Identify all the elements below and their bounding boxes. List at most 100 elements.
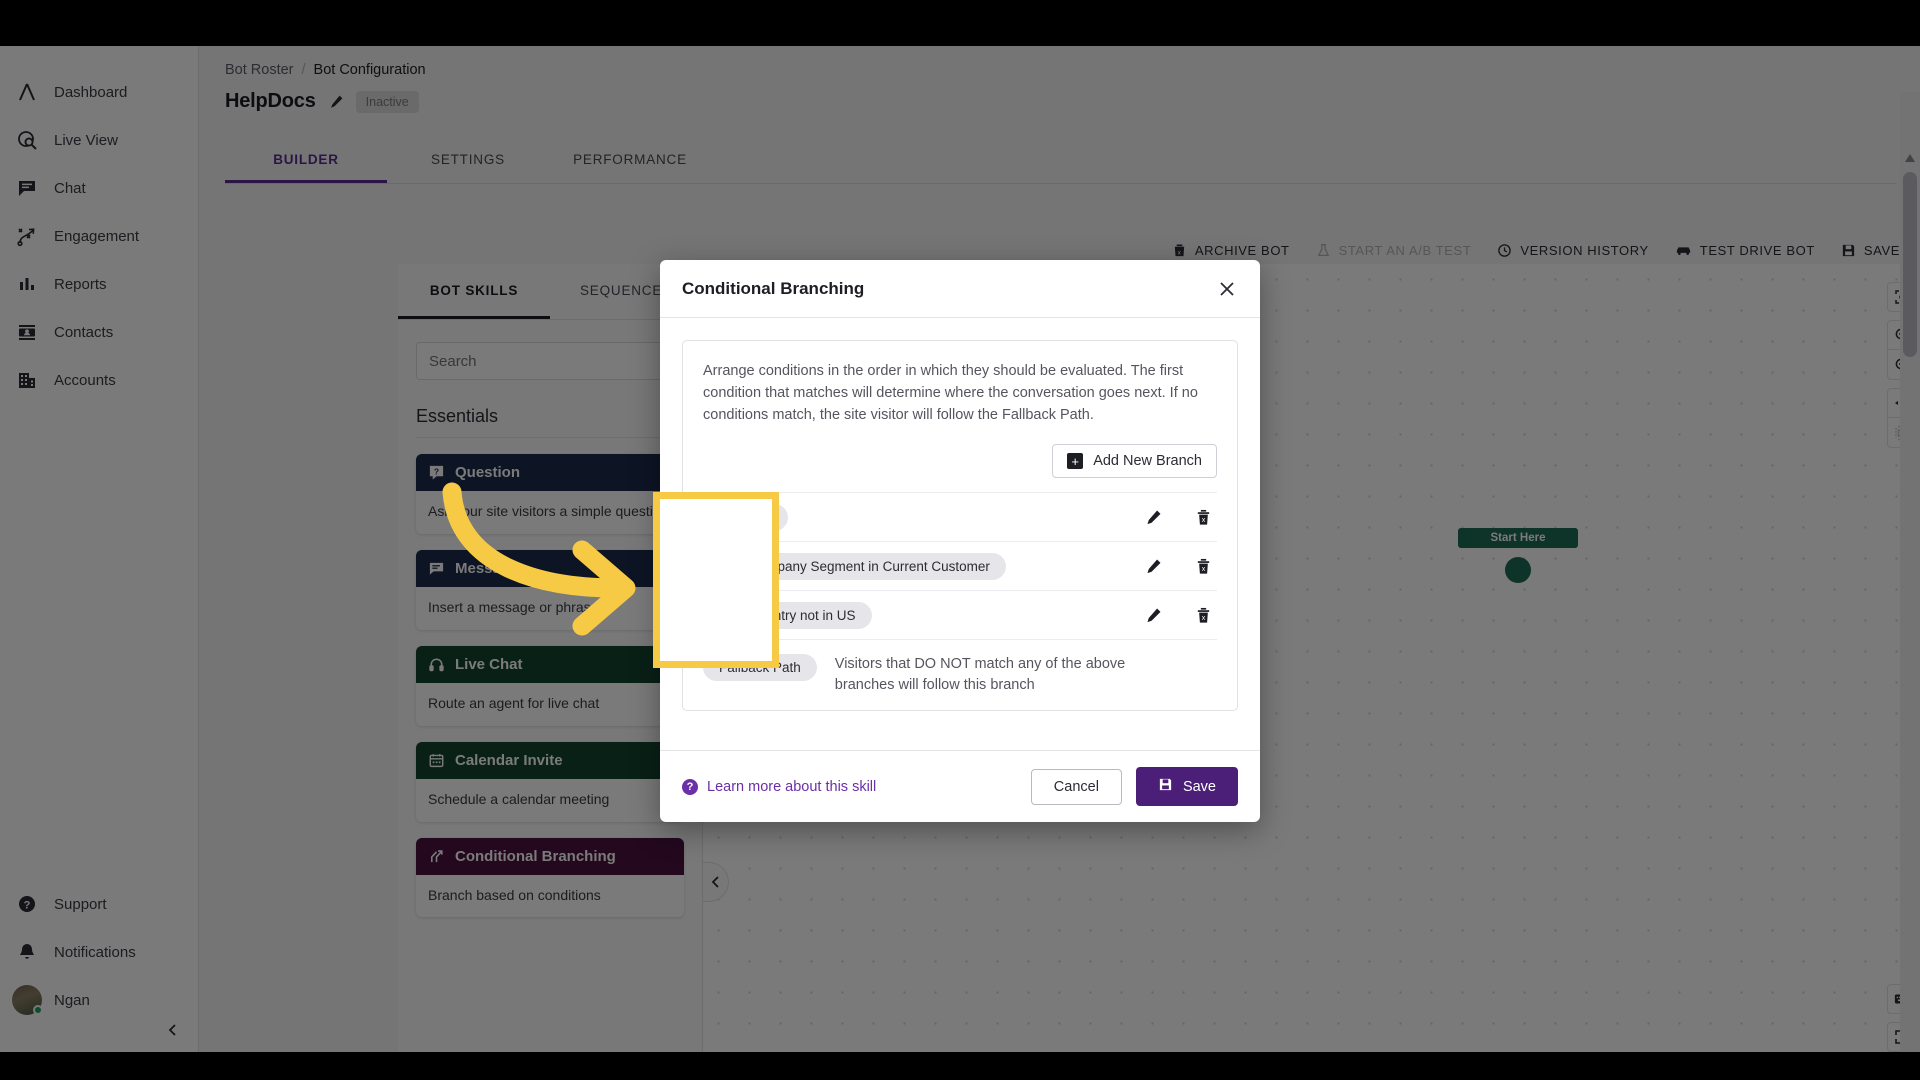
start-node-connector[interactable] [1505, 557, 1531, 583]
svg-text:x: x [1201, 516, 1205, 524]
question-badge-icon: ? [428, 464, 445, 481]
scroll-up-arrow-icon[interactable] [1905, 154, 1915, 165]
branch-list-container: Arrange conditions in the order in which… [682, 340, 1238, 712]
edit-pencil-icon[interactable] [1139, 552, 1167, 580]
sidebar-item-accounts[interactable]: Accounts [0, 356, 198, 404]
skill-card-header: Message [416, 549, 684, 587]
edit-pencil-icon[interactable] [1139, 601, 1167, 629]
add-branch-row: + Add New Branch [703, 444, 1217, 494]
test-drive-bot-button[interactable]: TEST DRIVE BOT [1675, 243, 1815, 258]
branch-row[interactable]: Company Segment in Current Customer x [703, 542, 1217, 592]
sidebar-item-chat[interactable]: Chat [0, 164, 198, 212]
sidebar-secondary-nav: ? Support Notifications Ngan [0, 880, 199, 1036]
page-scrollbar-track[interactable] [1900, 92, 1920, 1052]
chat-bubble-icon [16, 177, 38, 199]
breadcrumb-root[interactable]: Bot Roster [225, 62, 294, 78]
drag-handle-icon[interactable] [707, 508, 721, 527]
version-history-label: VERSION HISTORY [1520, 242, 1649, 258]
cancel-button[interactable]: Cancel [1030, 768, 1122, 805]
left-sidebar: Dashboard Live View Chat Engagement Repo… [0, 46, 199, 1052]
sidebar-item-label: Engagement [54, 227, 140, 245]
ab-test-button: START AN A/B TEST [1316, 243, 1472, 258]
skill-card-title: Question [455, 464, 521, 481]
headset-icon [428, 656, 445, 673]
skill-card-question[interactable]: ? Question Ask your site visitors a simp… [416, 454, 684, 534]
skill-card-live-chat[interactable]: Live Chat Route an agent for live chat [416, 645, 684, 726]
skills-panel-tabs: BOT SKILLS SEQUENCES [398, 264, 702, 320]
sidebar-item-label: Support [54, 895, 107, 913]
tab-performance[interactable]: PERFORMANCE [549, 138, 711, 183]
page-scrollbar-thumb[interactable] [1903, 172, 1917, 357]
edit-pencil-icon[interactable] [328, 94, 344, 110]
sidebar-item-label: Reports [54, 275, 107, 293]
user-profile-row[interactable]: Ngan [0, 976, 199, 1036]
modal-footer: ? Learn more about this skill Cancel Sav… [660, 750, 1260, 822]
contacts-card-icon [16, 321, 38, 343]
tab-builder[interactable]: BUILDER [225, 138, 387, 183]
skill-card-title: Message [455, 559, 519, 577]
sidebar-item-live-view[interactable]: Live View [0, 116, 198, 164]
skill-card-desc: Branch based on conditions [416, 874, 684, 918]
add-new-branch-button[interactable]: + Add New Branch [1052, 444, 1217, 479]
archive-bot-button[interactable]: x ARCHIVE BOT [1172, 243, 1290, 258]
save-button[interactable]: Save [1135, 767, 1238, 806]
skill-card-header: Conditional Branching [416, 837, 684, 875]
fallback-path-description: Visitors that DO NOT match any of the ab… [834, 656, 1126, 694]
sidebar-primary-nav: Dashboard Live View Chat Engagement Repo… [0, 46, 198, 404]
learn-more-link[interactable]: ? Learn more about this skill [682, 778, 876, 795]
skill-card-header: Live Chat [416, 645, 684, 683]
sidebar-item-engagement[interactable]: Engagement [0, 212, 198, 260]
breadcrumb: Bot Roster / Bot Configuration [225, 62, 426, 78]
conditional-branching-modal: Conditional Branching Arrange conditions… [660, 260, 1260, 822]
drag-handle-icon[interactable] [707, 606, 721, 625]
skill-card-header: ? Question [416, 454, 684, 491]
primary-tabs: BUILDER SETTINGS PERFORMANCE [225, 138, 1896, 184]
start-node-label: Start Here [1458, 528, 1578, 548]
delete-trash-icon[interactable]: x [1189, 601, 1217, 629]
delete-trash-icon[interactable]: x [1189, 552, 1217, 580]
version-history-button[interactable]: VERSION HISTORY [1497, 243, 1648, 258]
branch-name-chip: Country not in US [733, 601, 872, 629]
bar-chart-icon [16, 273, 38, 295]
branch-row[interactable]: ICP x [703, 493, 1217, 543]
sidebar-item-label: Live View [54, 131, 118, 149]
modal-title: Conditional Branching [682, 278, 865, 298]
skill-card-desc: Ask your site visitors a simple question [416, 491, 684, 534]
edit-pencil-icon[interactable] [1139, 503, 1167, 531]
save-label: Save [1182, 778, 1216, 795]
start-here-node[interactable]: Start Here [1458, 528, 1578, 583]
bot-title-row: HelpDocs Inactive [225, 90, 419, 113]
sidebar-collapse-button[interactable] [161, 1018, 185, 1042]
skill-card-message[interactable]: Message Insert a message or phrase [416, 549, 684, 630]
skill-card-desc: Route an agent for live chat [416, 682, 684, 726]
fallback-path-chip: Fallback Path [703, 654, 817, 682]
sidebar-item-label: Notifications [54, 943, 136, 961]
close-icon[interactable] [1216, 278, 1238, 300]
delete-trash-icon[interactable]: x [1189, 503, 1217, 531]
skill-card-desc: Insert a message or phrase [416, 586, 684, 630]
sidebar-item-contacts[interactable]: Contacts [0, 308, 198, 356]
modal-body: Arrange conditions in the order in which… [660, 318, 1260, 750]
search-input[interactable] [416, 342, 684, 380]
skills-scroll-area: Essentials ? Question Ask your site visi… [398, 320, 702, 1052]
builder-toolbar: x ARCHIVE BOT START AN A/B TEST VERSION … [1172, 236, 1900, 264]
tab-bot-skills[interactable]: BOT SKILLS [398, 264, 550, 319]
skill-card-calendar-invite[interactable]: Calendar Invite Schedule a calendar meet… [416, 741, 684, 822]
tab-settings[interactable]: SETTINGS [387, 138, 549, 183]
skill-card-conditional-branching[interactable]: Conditional Branching Branch based on co… [416, 837, 684, 918]
sidebar-item-support[interactable]: ? Support [0, 880, 199, 928]
sidebar-item-dashboard[interactable]: Dashboard [0, 68, 198, 116]
sidebar-item-reports[interactable]: Reports [0, 260, 198, 308]
panel-collapse-toggle[interactable] [703, 862, 729, 902]
branch-name-chip: Company Segment in Current Customer [733, 552, 1006, 580]
breadcrumb-separator: / [301, 62, 306, 78]
modal-header: Conditional Branching [660, 260, 1260, 318]
user-name: Ngan [54, 991, 90, 1009]
bell-icon [16, 941, 38, 963]
branch-row[interactable]: Country not in US x [703, 591, 1217, 641]
save-bot-button[interactable]: SAVE [1841, 243, 1900, 258]
skill-card-header: Calendar Invite [416, 741, 684, 779]
sidebar-item-notifications[interactable]: Notifications [0, 928, 199, 976]
test-drive-bot-label: TEST DRIVE BOT [1699, 242, 1815, 258]
drag-handle-icon[interactable] [707, 557, 721, 576]
